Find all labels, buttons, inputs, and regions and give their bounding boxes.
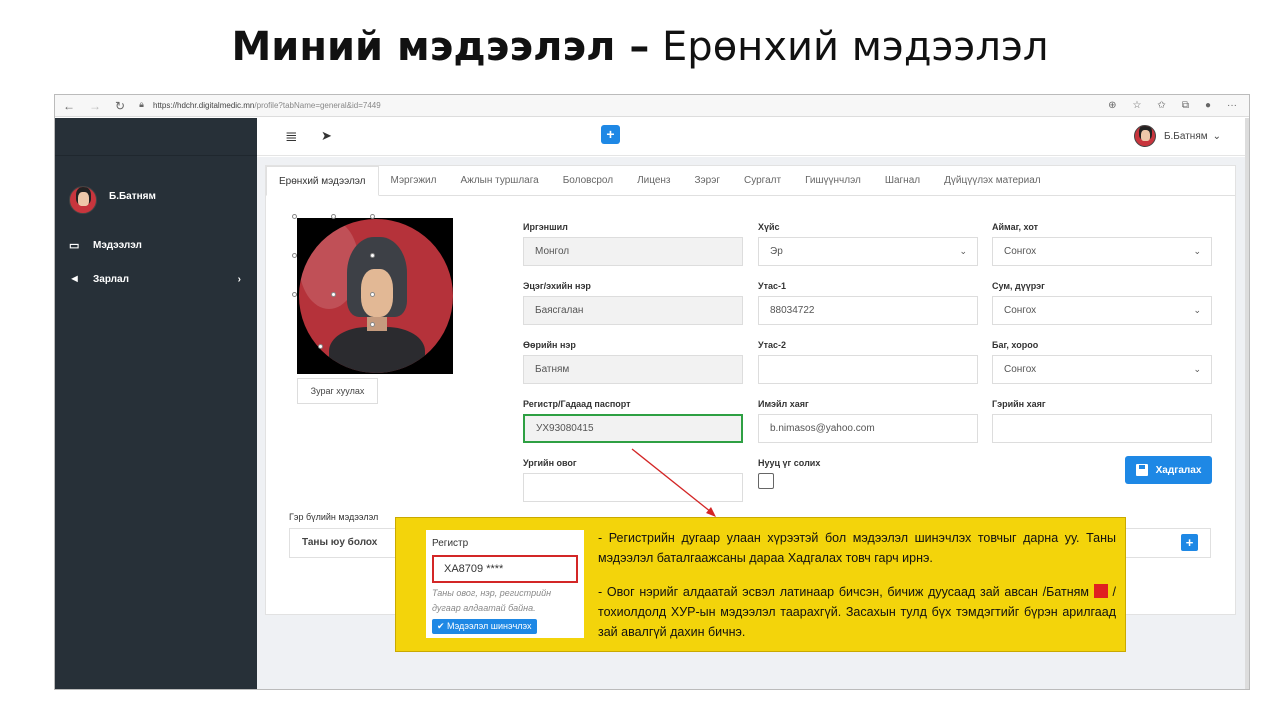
favorite-star-icon[interactable]: ☆ (1132, 100, 1141, 111)
aimag-select[interactable]: Сонгох ⌄ (992, 237, 1212, 266)
phone1-field: Утас-1 88034722 (758, 281, 978, 325)
phone2-input[interactable] (758, 355, 978, 384)
change-password-checkbox[interactable] (758, 473, 774, 489)
tab-experience[interactable]: Ажлын туршлага (448, 166, 550, 195)
aimag-field: Аймаг, хот Сонгох ⌄ (992, 222, 1212, 266)
own-name-input[interactable]: Батням (523, 355, 743, 384)
chevron-down-icon: ⌄ (1193, 246, 1201, 256)
sidebar-user-name: Б.Батням (109, 190, 156, 202)
sidebar: Б.Батням ▭ Мэдээлэл ◄ Зарлал › (55, 118, 257, 689)
gender-select[interactable]: Эр ⌄ (758, 237, 978, 266)
megaphone-icon: ◄ (69, 273, 80, 285)
register-field: Регистр/Гадаад паспорт УХ93080415 (523, 399, 743, 443)
zoom-icon[interactable]: ⊕ (1108, 100, 1116, 111)
instruction-callout: Регистр ХА8709 **** Таны овог, нэр, реги… (395, 517, 1126, 652)
tab-general[interactable]: Ерөнхий мэдээлэл (266, 166, 379, 196)
chevron-down-icon: ⌄ (1193, 364, 1201, 374)
sidebar-item-label: Мэдээлэл (93, 239, 142, 251)
topbar: ≣ ➤ + Б.Батням ⌄ (257, 118, 1249, 156)
save-button[interactable]: Хадгалах (1125, 456, 1212, 484)
register-input[interactable]: УХ93080415 (523, 414, 743, 443)
tab-membership[interactable]: Гишүүнчлэл (793, 166, 873, 195)
tab-profession[interactable]: Мэргэжил (379, 166, 449, 195)
register-example: Регистр ХА8709 **** Таны овог, нэр, реги… (426, 530, 584, 638)
upload-photo-button[interactable]: Зураг хуулах (297, 378, 378, 404)
tab-education[interactable]: Боловсрол (551, 166, 625, 195)
sidebar-item-zarlal[interactable]: ◄ Зарлал › (55, 262, 257, 296)
back-icon[interactable]: ← (63, 99, 75, 113)
lock-icon: 🔒︎ (139, 98, 144, 109)
tab-training[interactable]: Сургалт (732, 166, 793, 195)
more-icon[interactable]: ··· (1227, 100, 1237, 111)
bag-select[interactable]: Сонгох ⌄ (992, 355, 1212, 384)
bag-field: Баг, хороо Сонгох ⌄ (992, 340, 1212, 384)
citizenship-input[interactable]: Монгол (523, 237, 743, 266)
sum-select[interactable]: Сонгох ⌄ (992, 296, 1212, 325)
avatar (69, 186, 97, 214)
family-section-label: Гэр бүлийн мэдээлэл (289, 512, 379, 522)
avatar (1133, 125, 1156, 147)
menu-icon[interactable]: ≣ (285, 127, 298, 145)
slide-title: Миний мэдээлэл – Ерөнхий мэдээлэл (231, 24, 1049, 70)
sidebar-user[interactable]: Б.Батням (55, 156, 257, 228)
email-input[interactable]: b.nimasos@yahoo.com (758, 414, 978, 443)
collections-icon[interactable]: ⧉ (1182, 100, 1189, 111)
red-square-marker (1093, 584, 1108, 598)
chevron-right-icon: › (237, 273, 241, 285)
profile-photo (297, 218, 453, 374)
chevron-down-icon: ⌄ (1193, 305, 1201, 315)
chevron-down-icon: ⌄ (1212, 130, 1221, 142)
tab-license[interactable]: Лиценз (625, 166, 682, 195)
add-button[interactable]: + (601, 125, 620, 144)
add-family-button[interactable]: + (1181, 534, 1198, 551)
user-menu[interactable]: Б.Батням ⌄ (1133, 125, 1221, 147)
monitor-icon: ▭ (69, 239, 80, 252)
favorites-icon[interactable]: ✩ (1157, 100, 1165, 111)
reload-icon[interactable]: ↻ (115, 99, 125, 113)
tab-degree[interactable]: Зэрэг (683, 166, 732, 195)
phone2-field: Утас-2 (758, 340, 978, 384)
sidebar-item-label: Зарлал (93, 273, 129, 285)
family-name-input[interactable] (523, 473, 743, 502)
profile-icon[interactable]: ● (1205, 100, 1211, 111)
family-name-field: Ургийн овог (523, 458, 743, 502)
save-icon (1135, 464, 1148, 476)
gender-field: Хүйс Эр ⌄ (758, 222, 978, 266)
tab-award[interactable]: Шагнал (873, 166, 932, 195)
home-address-input[interactable] (992, 414, 1212, 443)
tab-equivalent-material[interactable]: Дүйцүүлэх материал (932, 166, 1052, 195)
tab-bar: Ерөнхий мэдээлэл Мэргэжил Ажлын туршлага… (266, 166, 1235, 196)
parent-name-field: Эцэг/эхийн нэр Баясгалан (523, 281, 743, 325)
send-icon[interactable]: ➤ (321, 128, 332, 144)
own-name-field: Өөрийн нэр Батням (523, 340, 743, 384)
url-field[interactable]: https://hdchr.digitalmedic.mn/profile?ta… (153, 101, 381, 110)
address-bar: ← → ↻ 🔒︎ https://hdchr.digitalmedic.mn/p… (55, 95, 1249, 117)
change-password-field: Нууц үг солих (758, 458, 978, 489)
sidebar-item-medeelel[interactable]: ▭ Мэдээлэл (55, 228, 257, 262)
citizenship-field: Иргэншил Монгол (523, 222, 743, 266)
parent-name-input[interactable]: Баясгалан (523, 296, 743, 325)
email-field: Имэйл хаяг b.nimasos@yahoo.com (758, 399, 978, 443)
forward-icon[interactable]: → (89, 99, 101, 113)
scrollbar[interactable] (1245, 118, 1249, 689)
chevron-down-icon: ⌄ (959, 246, 967, 256)
home-address-field: Гэрийн хаяг (992, 399, 1212, 443)
phone1-input[interactable]: 88034722 (758, 296, 978, 325)
update-info-button: ✔ Мэдээлэл шинэчлэх (432, 619, 537, 634)
sum-field: Сум, дүүрэг Сонгох ⌄ (992, 281, 1212, 325)
